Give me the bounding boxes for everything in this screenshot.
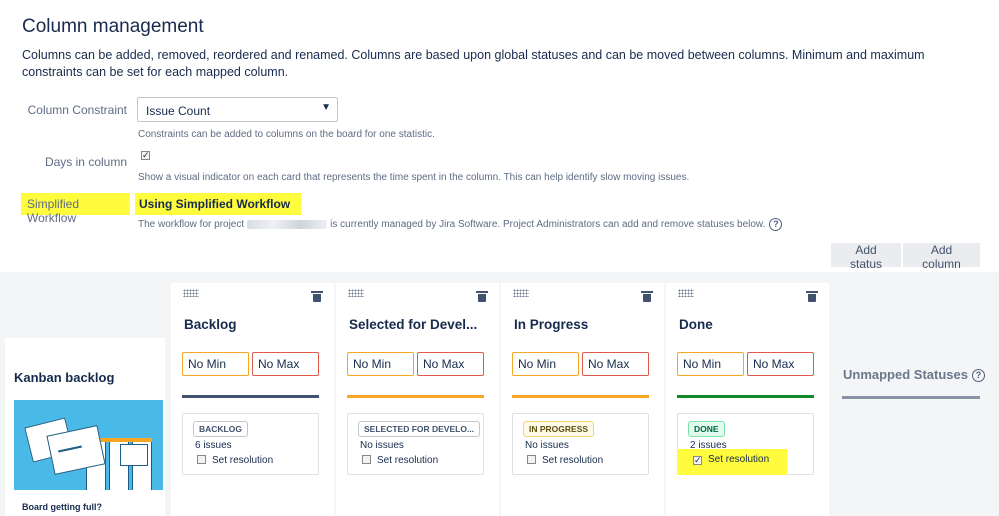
status-lozenge: IN PROGRESS (523, 421, 595, 437)
column-name[interactable]: Backlog (184, 317, 237, 332)
simplified-workflow-label: Simplified Workflow (21, 193, 130, 225)
status-card[interactable]: BACKLOG 6 issues Set resolution (182, 413, 319, 475)
column-min-input[interactable]: No Min (182, 352, 249, 376)
column-min-input[interactable]: No Min (512, 352, 579, 376)
column-selected-for-development[interactable]: Selected for Devel... No Min No Max SELE… (336, 283, 499, 516)
issue-count: 6 issues (195, 440, 232, 451)
set-resolution-option[interactable]: Set resolution (527, 455, 603, 466)
page-title: Column management (22, 16, 204, 37)
kanban-backlog-title: Kanban backlog (14, 370, 115, 385)
issue-count: No issues (360, 440, 404, 451)
checkbox-icon[interactable]: ✓ (693, 456, 702, 465)
help-icon[interactable]: ? (971, 369, 985, 383)
redacted-project-name (247, 220, 328, 229)
set-resolution-label: Set resolution (708, 454, 770, 465)
drag-handle-icon[interactable] (678, 289, 694, 297)
column-constraint-help: Constraints can be added to columns on t… (138, 129, 435, 140)
column-color-bar (677, 395, 814, 398)
unmapped-statuses-title: Unmapped Statuses (843, 367, 968, 382)
set-resolution-label: Set resolution (542, 455, 604, 466)
days-in-column-checkbox[interactable]: ✓ (141, 151, 150, 160)
unmapped-statuses: Unmapped Statuses? (843, 367, 985, 383)
column-name[interactable]: Done (679, 317, 713, 332)
set-resolution-label: Set resolution (212, 455, 274, 466)
unmapped-divider (842, 396, 980, 399)
trash-icon[interactable] (806, 291, 818, 302)
days-in-column-help: Show a visual indicator on each card tha… (138, 172, 690, 183)
drag-handle-icon[interactable] (513, 289, 529, 297)
issue-count: No issues (525, 440, 569, 451)
column-min-input[interactable]: No Min (347, 352, 414, 376)
drag-handle-icon[interactable] (348, 289, 364, 297)
set-resolution-option[interactable]: Set resolution (362, 455, 438, 466)
set-resolution-option[interactable]: Set resolution (197, 455, 273, 466)
column-done[interactable]: Done No Min No Max DONE 2 issues (666, 283, 829, 516)
trash-icon[interactable] (311, 291, 323, 302)
column-color-bar (182, 395, 319, 398)
board-illustration (14, 400, 163, 490)
checkbox-icon[interactable] (527, 455, 536, 464)
column-name[interactable]: Selected for Devel... (349, 317, 477, 332)
add-column-button[interactable]: Add column (903, 243, 980, 271)
status-card[interactable]: IN PROGRESS No issues Set resolution (512, 413, 649, 475)
column-name[interactable]: In Progress (514, 317, 588, 332)
checkbox-icon[interactable] (197, 455, 206, 464)
board-full-prompt[interactable]: Board getting full? (14, 496, 163, 516)
help-icon[interactable]: ? (769, 218, 783, 231)
column-max-input[interactable]: No Max (747, 352, 814, 376)
status-card[interactable]: SELECTED FOR DEVELO... No issues Set res… (347, 413, 484, 475)
chevron-down-icon: ▼ (321, 102, 331, 113)
checkbox-icon[interactable] (362, 455, 371, 464)
set-resolution-label: Set resolution (377, 455, 439, 466)
status-lozenge: SELECTED FOR DEVELO... (358, 421, 481, 437)
status-lozenge: DONE (688, 421, 725, 437)
settings-section: Column management Columns can be added, … (0, 0, 999, 272)
column-constraint-value: Issue Count (146, 104, 211, 118)
column-constraint-label: Column Constraint (27, 103, 127, 117)
column-in-progress[interactable]: In Progress No Min No Max IN PROGRESS No… (501, 283, 664, 516)
column-color-bar (347, 395, 484, 398)
workflow-help-prefix: The workflow for project (138, 219, 245, 231)
column-backlog[interactable]: Backlog No Min No Max BACKLOG 6 issues S… (171, 283, 334, 516)
status-lozenge: BACKLOG (193, 421, 248, 437)
column-min-input[interactable]: No Min (677, 352, 744, 376)
column-board: Kanban backlog Board getting full? Backl… (0, 272, 999, 516)
simplified-workflow-value: Using Simplified Workflow (135, 193, 301, 215)
column-max-input[interactable]: No Max (252, 352, 319, 376)
set-resolution-option-done[interactable]: ✓ Set resolution (693, 454, 769, 465)
column-max-input[interactable]: No Max (417, 352, 484, 376)
column-color-bar (512, 395, 649, 398)
add-status-button[interactable]: Add status (831, 243, 901, 271)
column-constraint-select[interactable]: Issue Count ▼ (137, 97, 338, 122)
column-max-input[interactable]: No Max (582, 352, 649, 376)
workflow-help-suffix: is currently managed by Jira Software. P… (330, 219, 766, 231)
workflow-help: The workflow for project is currently man… (138, 218, 783, 231)
page-description: Columns can be added, removed, reordered… (22, 48, 925, 79)
drag-handle-icon[interactable] (183, 289, 199, 297)
days-in-column-label: Days in column (44, 155, 127, 169)
trash-icon[interactable] (641, 291, 653, 302)
trash-icon[interactable] (476, 291, 488, 302)
